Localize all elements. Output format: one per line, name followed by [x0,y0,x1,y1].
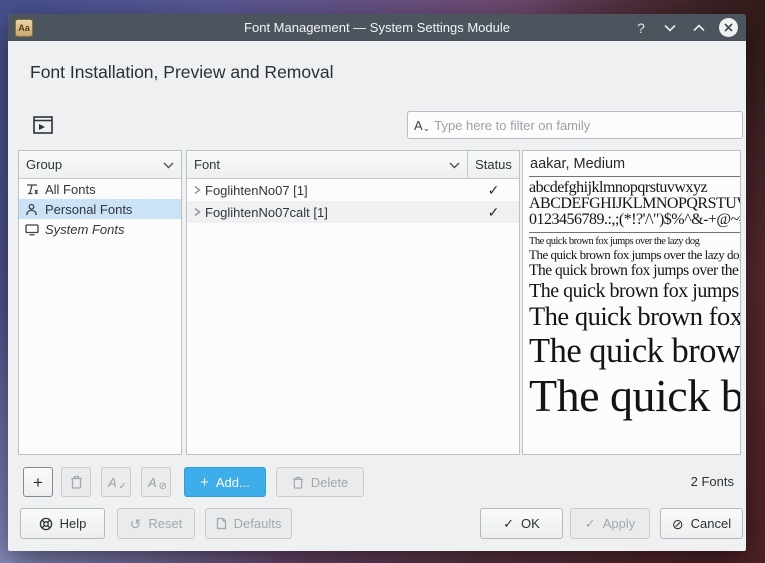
group-panel: Group All Fonts Personal Fonts System Fo… [18,150,182,455]
defaults-button[interactable]: Defaults [205,508,292,539]
maximize-button[interactable] [689,18,709,38]
sort-chevron-icon [449,157,460,172]
font-enabled-check-icon: ✓ [468,205,519,219]
font-enable-icon: A✓ [108,474,124,490]
cancel-button[interactable]: ⊘ Cancel [660,508,743,539]
font-name: FoglihtenNo07calt [1] [205,205,328,220]
status-column-header[interactable]: Status [468,151,519,178]
cancel-button-label: Cancel [691,516,731,531]
close-icon [719,18,738,37]
delete-fonts-button[interactable]: Delete [276,467,364,497]
disable-font-button[interactable]: A⊘ [141,467,171,497]
cancel-slash-icon: ⊘ [672,517,684,531]
chevron-down-icon [664,24,676,32]
font-disable-icon: A⊘ [148,474,164,490]
preview-uppercase: ABCDEFGHIJKLMNOPQRSTUVWXYZ [529,196,740,212]
group-item-label: All Fonts [45,182,96,197]
search-input[interactable] [434,118,736,133]
add-fonts-button[interactable]: + Add... [184,467,266,497]
preview-pane-icon [33,116,53,134]
font-row[interactable]: FoglihtenNo07calt [1] ✓ [187,201,519,223]
trash-icon [292,476,304,489]
preview-digits: 0123456789.:,;(*!?'/\")$%^&-+@~#<>{}[] [529,212,740,228]
defaults-button-label: Defaults [234,516,282,531]
font-header-label: Font [194,157,220,172]
sort-chevron-icon [163,157,174,172]
font-management-window: Aa Font Management — System Settings Mod… [8,14,746,551]
window-help-button[interactable]: ? [631,18,651,38]
close-button[interactable] [718,18,738,38]
add-group-button[interactable]: + [23,467,53,497]
preview-font-name: aakar, Medium [529,154,740,176]
reset-button[interactable]: ↺ Reset [117,508,195,539]
group-item-system-fonts[interactable]: System Fonts [19,219,181,239]
help-button[interactable]: Help [20,508,105,539]
remove-group-button[interactable] [61,467,91,497]
font-actions-toolbar: + A✓ A⊘ + Add... Delete 2 Fonts [8,467,746,497]
preview-lowercase: abcdefghijklmnopqrstuvwxyz [529,180,740,196]
group-column-header[interactable]: Group [19,151,181,179]
ok-button[interactable]: ✓ OK [480,508,563,539]
delete-button-label: Delete [311,475,349,490]
fonts-count: 2 Fonts [691,474,734,489]
page-title: Font Installation, Preview and Removal [30,62,333,83]
preview-pangram-line: The quick brown fox jumps over the lazy … [529,248,740,263]
toggle-preview-button[interactable] [30,113,56,137]
dialog-footer: Help ↺ Reset Defaults ✓ OK ✓ Apply ⊘ Can… [8,508,746,539]
filter-caret-icon: ⌄ [423,124,431,133]
monitor-icon [24,223,39,236]
divider [529,176,740,177]
font-column-header[interactable]: Font [187,151,468,178]
preview-pangram-line: The quick brown fox jumps over the lazy … [529,280,740,302]
group-item-label: Personal Fonts [45,202,132,217]
check-icon: ✓ [503,517,514,530]
preview-pangram-line: The quick brown fox jumps over the lazy … [529,262,740,279]
preview-pangram-line: The quick brown fox jumps over the lazy … [529,332,740,371]
status-header-label: Status [475,157,512,172]
enable-font-button[interactable]: A✓ [101,467,131,497]
font-filter-field[interactable]: A ⌄ [407,111,743,139]
expand-chevron-icon[interactable] [193,207,201,217]
group-item-all-fonts[interactable]: All Fonts [19,179,181,199]
group-item-label: System Fonts [45,222,124,237]
filter-family-icon: A [414,119,423,132]
divider [529,232,740,233]
all-fonts-icon [24,183,39,196]
apply-button-label: Apply [603,516,636,531]
font-list-panel: Font Status FoglihtenNo07 [1] ✓ [186,150,520,455]
font-preview-panel: aakar, Medium abcdefghijklmnopqrstuvwxyz… [522,150,741,455]
plus-icon: + [200,475,209,490]
apply-button[interactable]: ✓ Apply [570,508,650,539]
user-icon [24,203,39,216]
titlebar[interactable]: Aa Font Management — System Settings Mod… [8,14,746,41]
preview-pangram-line: The quick brown fox jumps over the lazy … [529,236,740,248]
reset-button-label: Reset [148,516,182,531]
font-row[interactable]: FoglihtenNo07 [1] ✓ [187,179,519,201]
preview-pangram-line: The quick brown fox jumps over the lazy … [529,370,740,422]
group-item-personal-fonts[interactable]: Personal Fonts [19,199,181,219]
reset-undo-icon: ↺ [130,517,142,531]
document-icon [216,517,227,530]
ok-button-label: OK [521,516,540,531]
help-button-label: Help [60,516,87,531]
font-enabled-check-icon: ✓ [468,183,519,197]
trash-icon [70,475,83,489]
font-name: FoglihtenNo07 [1] [205,183,308,198]
group-header-label: Group [26,157,62,172]
add-button-label: Add... [216,475,250,490]
check-icon: ✓ [585,517,596,530]
chevron-up-icon [693,24,705,32]
minimize-button[interactable] [660,18,680,38]
help-lifebuoy-icon [39,517,53,531]
preview-pangram-line: The quick brown fox jumps over the lazy … [529,302,740,332]
expand-chevron-icon[interactable] [193,185,201,195]
